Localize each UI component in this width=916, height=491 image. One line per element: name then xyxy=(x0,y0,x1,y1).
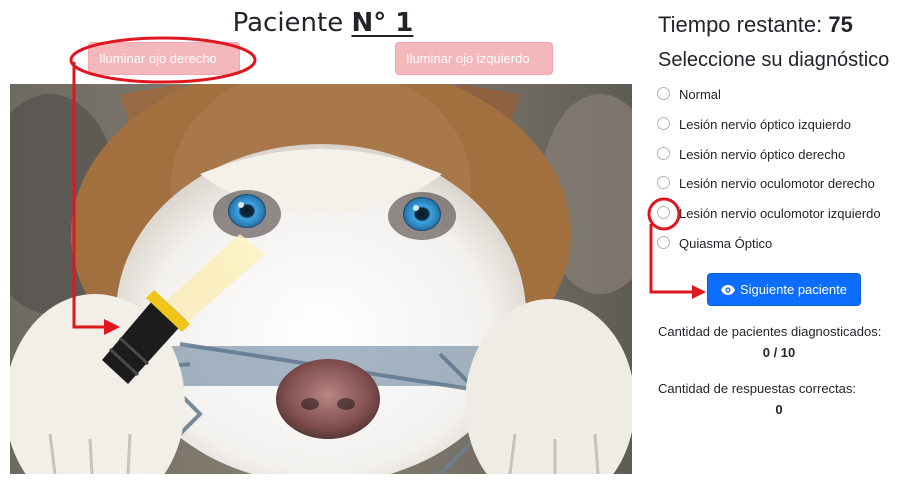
patient-photo xyxy=(10,84,632,474)
arrowhead-next-button xyxy=(692,285,706,299)
option-label: Lesión nervio oculomotor izquierdo xyxy=(679,206,881,221)
radio-optic-nerve-left[interactable] xyxy=(657,117,670,130)
next-patient-button[interactable]: Siguiente paciente xyxy=(707,273,861,306)
patient-number: N° 1 xyxy=(351,8,414,38)
correct-count-value: 0 xyxy=(775,402,783,417)
radio-optic-chiasm[interactable] xyxy=(657,236,670,249)
timer: Tiempo restante: 75 xyxy=(658,10,853,40)
next-patient-label: Siguiente paciente xyxy=(740,282,847,297)
diagnosed-count-value: 0 / 10 xyxy=(762,345,796,360)
option-label: Normal xyxy=(679,87,721,102)
radio-normal[interactable] xyxy=(657,87,670,100)
correct-count-label: Cantidad de respuestas correctas: xyxy=(658,381,856,396)
option-label: Lesión nervio oculomotor derecho xyxy=(679,176,875,191)
light-right-eye-button[interactable]: Iluminar ojo derecho xyxy=(88,42,240,75)
radio-oculomotor-left[interactable] xyxy=(657,206,670,219)
timer-label: Tiempo restante: xyxy=(658,12,823,37)
radio-optic-nerve-right[interactable] xyxy=(657,147,670,160)
radio-oculomotor-right[interactable] xyxy=(657,176,670,189)
light-left-eye-button[interactable]: Iluminar ojo izquierdo xyxy=(395,42,553,75)
eye-icon xyxy=(721,284,735,295)
option-label: Quiasma Óptico xyxy=(679,236,773,251)
patient-title: Paciente N° 1 xyxy=(0,6,646,40)
option-label: Lesión nervio óptico izquierdo xyxy=(679,117,851,132)
option-label: Lesión nervio óptico derecho xyxy=(679,147,846,162)
diagnosed-count-label: Cantidad de pacientes diagnosticados: xyxy=(658,324,882,339)
patient-title-prefix: Paciente xyxy=(232,8,344,38)
timer-value: 75 xyxy=(828,12,853,37)
diagnosis-title: Seleccione su diagnóstico xyxy=(658,49,890,71)
